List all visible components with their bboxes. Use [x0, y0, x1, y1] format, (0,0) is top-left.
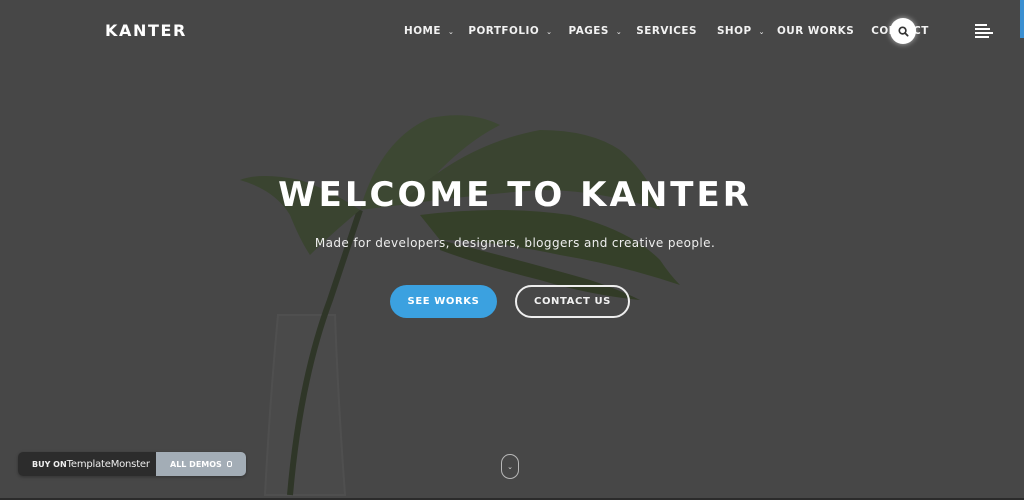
chevron-down-icon: ⌄: [758, 28, 765, 36]
menu-button[interactable]: [975, 24, 993, 38]
buy-on-templatemonster-button[interactable]: BUY ON TemplateMonster: [18, 452, 156, 476]
demos-window-icon: [226, 461, 232, 467]
promo-bar: BUY ON TemplateMonster ALL DEMOS: [18, 452, 246, 476]
chevron-down-icon: ⌄: [615, 28, 623, 36]
nav-item-label: OUR WORKS: [776, 25, 855, 37]
nav-item-label: PAGES: [568, 25, 609, 37]
search-button[interactable]: [890, 18, 916, 44]
site-header: KANTER HOME ⌄ PORTFOLIO ⌄ PAGES ⌄ SERVIC…: [0, 0, 1024, 62]
nav-item-label: PORTFOLIO: [468, 25, 540, 37]
edge-scrollbar-strip: [1020, 0, 1024, 38]
all-demos-button[interactable]: ALL DEMOS: [156, 452, 246, 476]
menu-line-icon: [975, 36, 989, 38]
templatemonster-logo-text: TemplateMonster: [66, 458, 150, 470]
nav-item-portfolio[interactable]: PORTFOLIO ⌄: [468, 25, 552, 37]
nav-item-label: SHOP: [716, 25, 752, 37]
chevron-down-icon: ⌄: [447, 28, 455, 36]
nav-item-shop[interactable]: SHOP ⌄: [717, 25, 765, 37]
buy-prefix: BUY ON: [32, 459, 67, 469]
nav-item-label: HOME: [404, 25, 441, 37]
nav-item-pages[interactable]: PAGES ⌄: [569, 25, 623, 37]
hero-title: WELCOME TO KANTER: [278, 175, 752, 215]
plant-background-image: [240, 115, 680, 496]
see-works-button[interactable]: SEE WORKS: [390, 285, 497, 318]
menu-line-icon: [975, 24, 987, 26]
menu-line-icon: [975, 28, 990, 30]
chevron-down-icon: ⌄: [546, 28, 553, 36]
hero-section: [0, 0, 1024, 500]
site-logo[interactable]: KANTER: [105, 21, 187, 40]
main-nav: HOME ⌄ PORTFOLIO ⌄ PAGES ⌄ SERVICES SHOP…: [404, 24, 929, 38]
contact-us-button[interactable]: CONTACT US: [515, 285, 630, 318]
nav-item-services[interactable]: SERVICES: [636, 25, 697, 37]
nav-item-our-works[interactable]: OUR WORKS: [777, 25, 854, 37]
hero-subtitle: Made for developers, designers, bloggers…: [314, 236, 716, 250]
nav-item-label: SERVICES: [636, 25, 697, 37]
search-icon: [897, 25, 909, 37]
chevron-down-icon: ⌄: [507, 462, 513, 471]
all-demos-label: ALL DEMOS: [170, 459, 222, 469]
nav-item-home[interactable]: HOME ⌄: [404, 25, 454, 37]
menu-line-icon: [975, 32, 993, 34]
scroll-down-button[interactable]: ⌄: [501, 454, 519, 479]
